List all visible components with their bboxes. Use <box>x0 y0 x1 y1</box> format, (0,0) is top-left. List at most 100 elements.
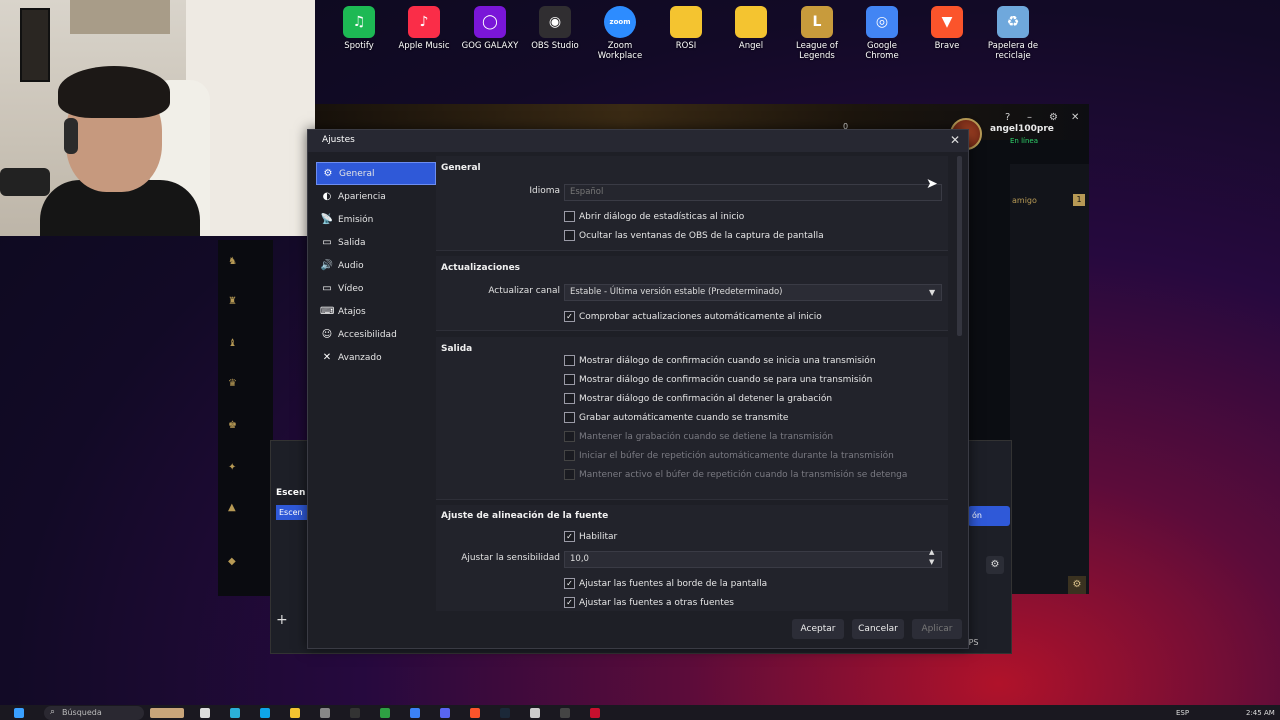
riot-icon[interactable] <box>590 708 600 718</box>
scrollbar[interactable] <box>957 156 962 336</box>
snap-sources-checkbox[interactable]: ✓ Ajustar las fuentes a otras fuentes <box>564 597 734 608</box>
checkbox-box[interactable] <box>564 211 575 222</box>
desktop-icon[interactable]: ◎ Google Chrome <box>849 4 915 61</box>
checkbox-box[interactable]: ✓ <box>564 531 575 542</box>
close-icon[interactable]: ✕ <box>950 133 960 147</box>
output-option-checkbox[interactable]: Mostrar diálogo de confirmación cuando s… <box>564 355 876 366</box>
checkbox-box[interactable]: ✓ <box>564 597 575 608</box>
desktop-icon[interactable]: ◉ OBS Studio <box>522 4 588 51</box>
discord-icon[interactable] <box>440 708 450 718</box>
zoom-workplace-icon[interactable]: zoom <box>604 6 636 38</box>
nav-item-general[interactable]: ⚙ General <box>316 162 436 185</box>
league-of-legends-icon[interactable]: L <box>801 6 833 38</box>
nav-item-atajos[interactable]: ⌨ Atajos <box>316 300 436 323</box>
nav-item-avanzado[interactable]: ✕ Avanzado <box>316 346 436 369</box>
checkbox-box[interactable] <box>564 355 575 366</box>
apple-music-icon[interactable]: ♪ <box>408 6 440 38</box>
chevron-down-icon[interactable]: ▼ <box>929 288 935 297</box>
checkbox-box[interactable] <box>564 412 575 423</box>
nav-item-salida[interactable]: ▭ Salida <box>316 231 436 254</box>
taskbar-app-icon[interactable] <box>530 708 540 718</box>
windows-start-icon[interactable] <box>14 708 24 718</box>
checkbox-box[interactable] <box>564 374 575 385</box>
checkbox-box[interactable] <box>564 230 575 241</box>
epic-icon[interactable] <box>350 708 360 718</box>
widget-icon[interactable] <box>150 708 184 718</box>
papelera-de-reciclaje-icon[interactable]: ♻ <box>997 6 1029 38</box>
nav-item-emision[interactable]: 📡 Emisión <box>316 208 436 231</box>
sidebar-icon[interactable]: ♜ <box>228 296 237 307</box>
sidebar-icon[interactable]: ♞ <box>228 256 237 267</box>
settings-icon[interactable]: ⚙ <box>1049 112 1058 123</box>
spotify-icon[interactable]: ♫ <box>343 6 375 38</box>
store-icon[interactable] <box>230 708 240 718</box>
minimize-icon[interactable]: – <box>1027 112 1032 123</box>
sidebar-icon[interactable]: ✦ <box>228 462 236 473</box>
obs-icon[interactable] <box>560 708 570 718</box>
help-icon[interactable]: ? <box>1005 112 1010 123</box>
google-chrome-icon[interactable]: ◎ <box>866 6 898 38</box>
rosi-icon[interactable] <box>670 6 702 38</box>
checkbox-label: Mantener la grabación cuando se detiene … <box>579 431 834 442</box>
desktop-icon[interactable]: ▼ Brave <box>914 4 980 51</box>
taskbar-app-icon[interactable] <box>320 708 330 718</box>
scene-item[interactable]: Escen <box>276 505 307 520</box>
gear-icon[interactable]: ⚙ <box>986 556 1004 574</box>
sidebar-icon[interactable]: ▲ <box>228 502 236 513</box>
cancel-button[interactable]: Cancelar <box>852 619 904 639</box>
gog-galaxy-icon[interactable]: ◯ <box>474 6 506 38</box>
auto-update-checkbox[interactable]: ✓ Comprobar actualizaciones automáticamen… <box>564 311 822 322</box>
xbox-icon[interactable] <box>380 708 390 718</box>
close-icon[interactable]: ✕ <box>1071 112 1079 123</box>
nav-item-audio[interactable]: 🔊 Audio <box>316 254 436 277</box>
sensitivity-spinbox[interactable]: 10,0 <box>564 551 942 568</box>
desktop-icon[interactable]: Angel <box>718 4 784 51</box>
desktop-icon[interactable]: zoom Zoom Workplace <box>587 4 653 61</box>
obs-studio-icon[interactable]: ◉ <box>539 6 571 38</box>
output-option-checkbox[interactable]: Mostrar diálogo de confirmación cuando s… <box>564 374 872 385</box>
taskbar-app-icon[interactable] <box>410 708 420 718</box>
desktop-icon[interactable]: L League of Legends <box>784 4 850 61</box>
spin-down-icon[interactable]: ▼ <box>929 558 934 566</box>
apply-button[interactable]: Aplicar <box>912 619 962 639</box>
sidebar-icon[interactable]: ♚ <box>228 420 237 431</box>
hide-obs-checkbox[interactable]: Ocultar las ventanas de OBS de la captur… <box>564 230 824 241</box>
brave-icon[interactable] <box>470 708 480 718</box>
add-scene-button[interactable]: + <box>276 612 288 628</box>
angel-icon[interactable] <box>735 6 767 38</box>
edge-icon[interactable] <box>260 708 270 718</box>
sidebar-icon[interactable]: ♝ <box>228 338 237 349</box>
output-option-checkbox[interactable]: Grabar automáticamente cuando se transmi… <box>564 412 788 423</box>
brave-icon[interactable]: ▼ <box>931 6 963 38</box>
nav-item-accesibilidad[interactable]: ☺ Accesibilidad <box>316 323 436 346</box>
taskview-icon[interactable] <box>200 708 210 718</box>
accept-button[interactable]: Aceptar <box>792 619 844 639</box>
stats-checkbox[interactable]: Abrir diálogo de estadísticas al inicio <box>564 211 744 222</box>
explorer-icon[interactable] <box>290 708 300 718</box>
desktop-icon[interactable]: ROSI <box>653 4 719 51</box>
clock[interactable]: 2:45 AM <box>1246 709 1275 717</box>
checkbox-box[interactable]: ✓ <box>564 311 575 322</box>
steam-icon[interactable] <box>500 708 510 718</box>
taskbar-search[interactable]: Búsqueda <box>44 706 144 720</box>
speaker-icon: 🔊 <box>320 260 334 271</box>
checkbox-box[interactable]: ✓ <box>564 578 575 589</box>
update-channel-select[interactable]: Estable - Última versión estable (Predet… <box>564 284 942 301</box>
sidebar-icon[interactable]: ◆ <box>228 556 236 567</box>
nav-item-apariencia[interactable]: ◐ Apariencia <box>316 185 436 208</box>
checkbox-box[interactable] <box>564 393 575 404</box>
spin-up-icon[interactable]: ▲ <box>929 548 934 556</box>
language-select[interactable]: Español <box>564 184 942 201</box>
sidebar-icon[interactable]: ♛ <box>228 378 237 389</box>
snap-screen-checkbox[interactable]: ✓ Ajustar las fuentes al borde de la pant… <box>564 578 767 589</box>
snapping-enable-checkbox[interactable]: ✓ Habilitar <box>564 531 617 542</box>
nav-item-video[interactable]: ▭ Vídeo <box>316 277 436 300</box>
league-gear-icon[interactable]: ⚙ <box>1068 576 1086 594</box>
desktop-icon[interactable]: ♻ Papelera de reciclaje <box>980 4 1046 61</box>
desktop-icon[interactable]: ♫ Spotify <box>326 4 392 51</box>
desktop-icon[interactable]: ♪ Apple Music <box>391 4 457 51</box>
desktop-icon[interactable]: ◯ GOG GALAXY <box>457 4 523 51</box>
output-option-checkbox[interactable]: Mostrar diálogo de confirmación al deten… <box>564 393 832 404</box>
language-indicator[interactable]: ESP <box>1176 709 1189 717</box>
obs-control-button[interactable]: ón <box>968 506 1010 526</box>
